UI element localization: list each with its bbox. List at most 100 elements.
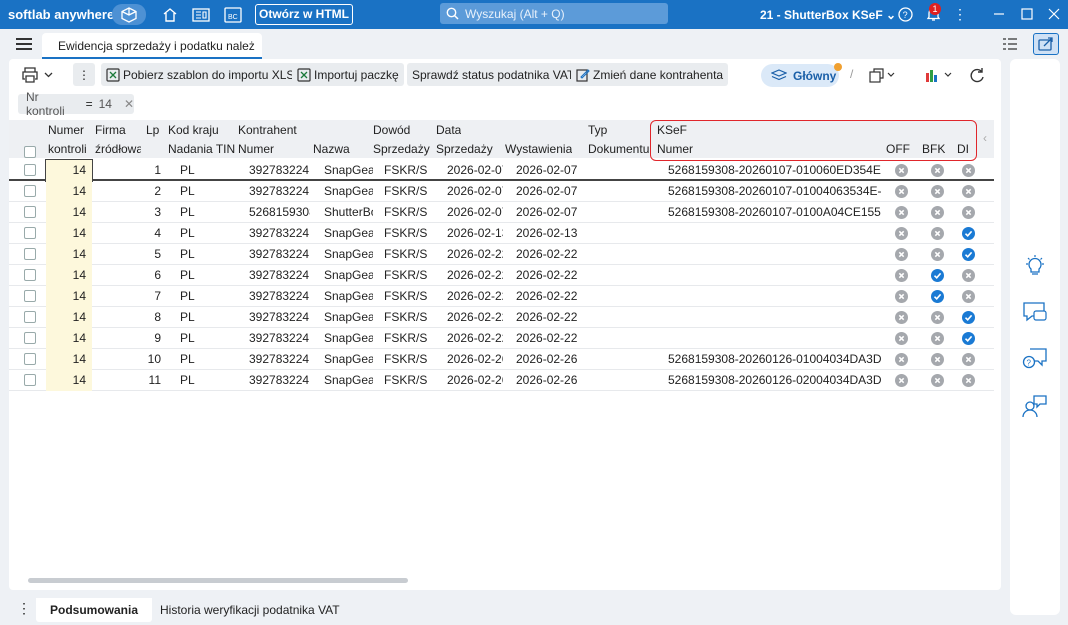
- row-checkbox[interactable]: [24, 332, 36, 344]
- share-icon[interactable]: [1033, 33, 1059, 55]
- import-package-button[interactable]: Importuj paczkę: [292, 63, 404, 86]
- x-circle-icon: [895, 332, 908, 345]
- table-row[interactable]: 14 5 PL 3927832241 SnapGear FSKR/SB/0 2026-02-…: [9, 244, 994, 265]
- chat-icon[interactable]: [1022, 299, 1048, 325]
- home-icon[interactable]: [160, 4, 180, 25]
- list-view-icon[interactable]: [999, 33, 1021, 55]
- cell-dowod: FSKR/SB/0: [384, 373, 428, 387]
- cube-icon[interactable]: [112, 4, 146, 25]
- row-checkbox[interactable]: [24, 248, 36, 260]
- open-html-button[interactable]: Otwórz w HTML: [255, 4, 353, 25]
- cell-wystawienia: 2026-02-07: [516, 184, 577, 198]
- download-template-label: Pobierz szablon do importu XLS: [123, 67, 295, 82]
- download-template-button[interactable]: Pobierz szablon do importu XLS: [101, 63, 300, 86]
- col-numer-header[interactable]: Numer: [48, 123, 84, 137]
- help-icon[interactable]: ?: [897, 6, 913, 22]
- cell-wystawienia: 2026-02-22: [516, 247, 577, 261]
- col-dowod-header[interactable]: Dowód: [373, 123, 410, 137]
- row-checkbox[interactable]: [24, 311, 36, 323]
- col-wystawienia-header[interactable]: Wystawienia: [505, 142, 572, 156]
- export-icon[interactable]: [865, 64, 899, 85]
- check-vat-button[interactable]: Sprawdź status podatnika VAT: [407, 63, 580, 86]
- tab-summary[interactable]: Podsumowania: [36, 598, 153, 622]
- table-row[interactable]: 14 6 PL 3927832241 SnapGear FSKR/SB/0 2026-02-…: [9, 265, 994, 286]
- col-data-sprzedazy-header[interactable]: Sprzedaży: [436, 142, 493, 156]
- col-kontrahent-numer-header[interactable]: Numer: [238, 142, 274, 156]
- cell-ksef: [659, 265, 881, 286]
- table-row[interactable]: 14 1 PL 3927832241 SnapGear FSKR/SB/0 2026-02-…: [9, 159, 994, 182]
- cell-numer: 5268159308: [249, 205, 310, 219]
- table-row[interactable]: 14 3 PL 5268159308 ShutterBo FSKR/SB/0 2026-02…: [9, 202, 994, 223]
- cell-sprzedazy: 2026-02-26: [447, 352, 503, 366]
- x-circle-icon: [895, 164, 908, 177]
- help-chat-icon[interactable]: ?: [1022, 346, 1048, 372]
- change-contractor-button[interactable]: Zmień dane kontrahenta: [571, 63, 729, 86]
- tab-vat-history[interactable]: Historia weryfikacji podatnika VAT: [146, 598, 354, 622]
- cell-dowod: FSKR/SB/0: [384, 205, 428, 219]
- row-checkbox[interactable]: [24, 290, 36, 302]
- table-row[interactable]: 14 7 PL 3927832241 SnapGear FSKR/SB/0 2026-02-…: [9, 286, 994, 307]
- row-checkbox[interactable]: [24, 206, 36, 218]
- col-kontroli-header[interactable]: kontroli: [48, 142, 87, 156]
- table-row[interactable]: 14 9 PL 3927832241 SnapGear FSKR/SB/0 2026-02-…: [9, 328, 994, 349]
- col-data-header[interactable]: Data: [436, 123, 461, 137]
- col-typ-header[interactable]: Typ: [588, 123, 607, 137]
- minimize-icon[interactable]: [991, 6, 1007, 22]
- refresh-icon[interactable]: [966, 64, 988, 85]
- col-dokumentu-header[interactable]: Dokumentu: [588, 142, 649, 156]
- bc-icon[interactable]: BC: [223, 4, 243, 25]
- row-checkbox[interactable]: [24, 227, 36, 239]
- print-icon[interactable]: [19, 64, 41, 85]
- news-icon[interactable]: [191, 4, 211, 25]
- chevron-down-icon[interactable]: [42, 64, 54, 85]
- close-icon[interactable]: [1046, 6, 1062, 22]
- cell-kraj: PL: [180, 205, 195, 219]
- col-kod-kraju-header[interactable]: Kod kraju: [168, 123, 219, 137]
- select-all-checkbox[interactable]: [24, 146, 36, 158]
- main-view-selector[interactable]: Główny: [761, 63, 842, 87]
- cell-lp: 5: [154, 247, 161, 261]
- more-vertical-icon[interactable]: ⋮: [17, 600, 31, 617]
- row-checkbox[interactable]: [24, 269, 36, 281]
- col-nazwa-header[interactable]: Nazwa: [313, 142, 350, 156]
- cell-numer: 3927832241: [249, 289, 310, 303]
- table-row[interactable]: 14 11 PL 3927832241 SnapGear FSKR/SB/0 2026-02…: [9, 370, 994, 391]
- tab-sales-register[interactable]: Ewidencja sprzedaży i podatku należ: [42, 33, 262, 59]
- cell-sprzedazy: 2026-02-22: [447, 289, 503, 303]
- col-dowod-sprzedazy-header[interactable]: Sprzedaży: [373, 142, 430, 156]
- x-circle-icon: [931, 311, 944, 324]
- cell-dowod: FSKR/SB/0: [384, 226, 428, 240]
- col-nadania-tin-header[interactable]: Nadania TIN: [168, 142, 235, 156]
- row-checkbox[interactable]: [24, 374, 36, 386]
- chevron-left-icon[interactable]: ‹: [983, 131, 987, 145]
- close-icon[interactable]: ✕: [124, 97, 134, 111]
- table-row[interactable]: 14 2 PL 3927832241 SnapGear FSKR/SB/0 2026-02-…: [9, 181, 994, 202]
- col-kontrahent-header[interactable]: Kontrahent: [238, 123, 297, 137]
- maximize-icon[interactable]: [1019, 6, 1035, 22]
- cell-lp: 10: [147, 352, 161, 366]
- chart-icon[interactable]: [923, 64, 957, 85]
- cell-ksef: [659, 244, 881, 265]
- table-row[interactable]: 14 8 PL 3927832241 SnapGear FSKR/SB/0 2026-02-…: [9, 307, 994, 328]
- cell-ksef: 5268159308-20260107-010060ED354E-33: [668, 163, 881, 177]
- table-row[interactable]: 14 10 PL 3927832241 SnapGear FSKR/SB/0 2026-02…: [9, 349, 994, 370]
- cell-nazwa: SnapGear: [324, 352, 373, 366]
- col-lp-header[interactable]: Lp: [146, 123, 159, 137]
- hamburger-menu-icon[interactable]: [16, 38, 32, 50]
- col-firma-header[interactable]: Firma: [95, 123, 126, 137]
- more-options-button[interactable]: ⋮: [73, 63, 95, 86]
- cell-ksef: 5268159308-20260107-0100A04CE155-B3: [668, 205, 881, 219]
- row-checkbox[interactable]: [24, 164, 36, 176]
- support-person-icon[interactable]: [1022, 393, 1048, 419]
- more-vertical-icon[interactable]: ⋮: [952, 6, 968, 22]
- horizontal-scrollbar[interactable]: [28, 578, 408, 583]
- table-row[interactable]: 14 4 PL 3927832241 SnapGear FSKR/SB/0 2026-02-…: [9, 223, 994, 244]
- row-checkbox[interactable]: [24, 185, 36, 197]
- company-selector[interactable]: 21 - ShutterBox KSeF ⌄: [760, 8, 896, 22]
- col-zrodlowa-header[interactable]: źródłowa: [95, 142, 141, 156]
- filter-chip[interactable]: Nr kontroli = 14 ✕: [18, 90, 134, 118]
- lightbulb-icon[interactable]: [1022, 253, 1048, 279]
- row-checkbox[interactable]: [24, 353, 36, 365]
- search-input[interactable]: Wyszukaj (Alt + Q): [440, 3, 668, 24]
- cell-numer: 3927832241: [249, 247, 310, 261]
